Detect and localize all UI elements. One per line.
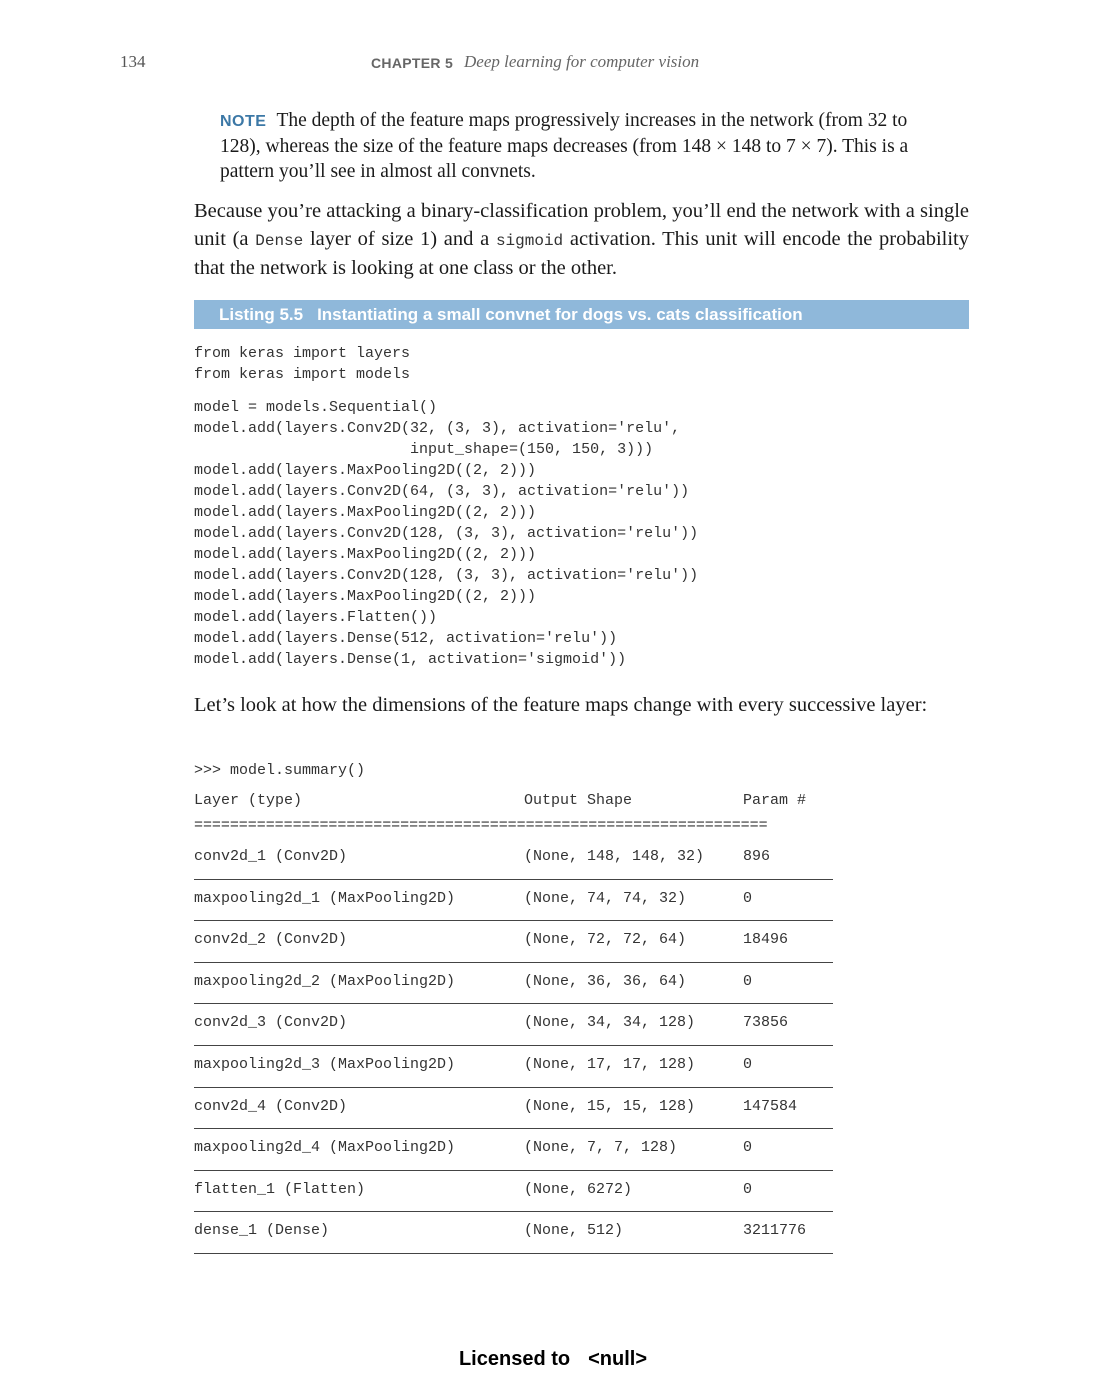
listing-header: Listing 5.5 Instantiating a small convnet…	[194, 300, 969, 329]
licensed-label: Licensed to	[458, 1348, 571, 1370]
cell-layer: conv2d_3 (Conv2D)	[194, 1014, 348, 1032]
cell-param: 18496	[743, 931, 789, 949]
license-footer: Licensed to <null>	[0, 1348, 1106, 1371]
cell-output-shape: (None, 7, 7, 128)	[524, 1139, 678, 1157]
cell-layer: conv2d_2 (Conv2D)	[194, 931, 348, 949]
summary-row: maxpooling2d_2 (MaxPooling2D) (None, 36, …	[194, 963, 833, 1005]
cell-layer: conv2d_4 (Conv2D)	[194, 1097, 348, 1115]
summary-row: dense_1 (Dense) (None, 512) 3211776	[194, 1212, 833, 1254]
summary-row: conv2d_3 (Conv2D) (None, 34, 34, 128) 7385…	[194, 1004, 833, 1046]
cell-param: 0	[743, 1139, 753, 1157]
cell-output-shape: (None, 17, 17, 128)	[524, 1055, 696, 1073]
intro-paragraph: Because you’re attacking a binary-classi…	[194, 198, 969, 283]
chapter-label: CHAPTER 5	[371, 55, 454, 71]
summary-rows: conv2d_1 (Conv2D) (None, 148, 148, 32) 896…	[194, 838, 833, 1254]
chapter-title: Deep learning for computer vision	[464, 52, 700, 71]
cell-output-shape: (None, 72, 72, 64)	[524, 931, 687, 949]
header-layer: Layer (type)	[194, 792, 303, 809]
inline-code-sigmoid: sigmoid	[495, 231, 564, 250]
listing-title: Instantiating a small convnet for dogs v…	[317, 305, 803, 324]
inline-code-dense: Dense	[255, 231, 304, 250]
summary-call: >>> model.summary()	[194, 762, 366, 779]
cell-param: 0	[743, 1180, 753, 1198]
summary-row: maxpooling2d_3 (MaxPooling2D) (None, 17, …	[194, 1046, 833, 1088]
model-summary-table: Layer (type) Output Shape Param # ======…	[194, 792, 833, 1254]
cell-layer: maxpooling2d_4 (MaxPooling2D)	[194, 1139, 456, 1157]
cell-layer: maxpooling2d_3 (MaxPooling2D)	[194, 1055, 456, 1073]
summary-row: conv2d_1 (Conv2D) (None, 148, 148, 32) 896	[194, 838, 833, 880]
cell-output-shape: (None, 34, 34, 128)	[524, 1014, 696, 1032]
note-label: NOTE	[220, 113, 267, 130]
listing-number: Listing 5.5	[219, 305, 304, 324]
note-text: The depth of the feature maps progressiv…	[220, 110, 909, 182]
cell-layer: maxpooling2d_2 (MaxPooling2D)	[194, 972, 456, 990]
cell-output-shape: (None, 6272)	[524, 1180, 633, 1198]
cell-param: 3211776	[743, 1222, 807, 1240]
header-output-shape: Output Shape	[524, 792, 633, 809]
cell-param: 896	[743, 848, 771, 865]
summary-row: maxpooling2d_1 (MaxPooling2D) (None, 74, …	[194, 880, 833, 922]
cell-param: 0	[743, 889, 753, 907]
cell-layer: maxpooling2d_1 (MaxPooling2D)	[194, 889, 456, 907]
cell-layer: conv2d_1 (Conv2D)	[194, 848, 348, 865]
note-box: NOTE The depth of the feature maps progre…	[220, 108, 940, 184]
summary-paragraph: Let’s look at how the dimensions of the …	[194, 694, 928, 716]
cell-output-shape: (None, 15, 15, 128)	[524, 1097, 696, 1115]
summary-row: conv2d_2 (Conv2D) (None, 72, 72, 64) 18496	[194, 921, 833, 963]
cell-output-shape: (None, 36, 36, 64)	[524, 972, 687, 990]
cell-output-shape: (None, 148, 148, 32)	[524, 848, 705, 865]
page-number: 134	[120, 52, 146, 71]
summary-row: flatten_1 (Flatten) (None, 6272) 0	[194, 1171, 833, 1213]
cell-output-shape: (None, 512)	[524, 1222, 624, 1240]
licensee-name: <null>	[588, 1348, 648, 1370]
summary-separator: ========================================…	[194, 818, 768, 834]
code-model: model = models.Sequential() model.add(la…	[194, 399, 699, 668]
summary-row: maxpooling2d_4 (MaxPooling2D) (None, 7, 7…	[194, 1129, 833, 1171]
cell-param: 0	[743, 1055, 753, 1073]
summary-row: conv2d_4 (Conv2D) (None, 15, 15, 128) 1475…	[194, 1088, 833, 1130]
summary-header-row: Layer (type) Output Shape Param #	[194, 792, 833, 818]
cell-layer: dense_1 (Dense)	[194, 1222, 330, 1240]
paragraph-text: layer of size 1) and a	[303, 227, 496, 250]
cell-layer: flatten_1 (Flatten)	[194, 1180, 366, 1198]
cell-param: 0	[743, 972, 753, 990]
code-imports: from keras import layers from keras impo…	[194, 345, 411, 383]
cell-param: 147584	[743, 1097, 798, 1115]
cell-param: 73856	[743, 1014, 789, 1032]
header-param: Param #	[743, 792, 807, 809]
cell-output-shape: (None, 74, 74, 32)	[524, 889, 687, 907]
